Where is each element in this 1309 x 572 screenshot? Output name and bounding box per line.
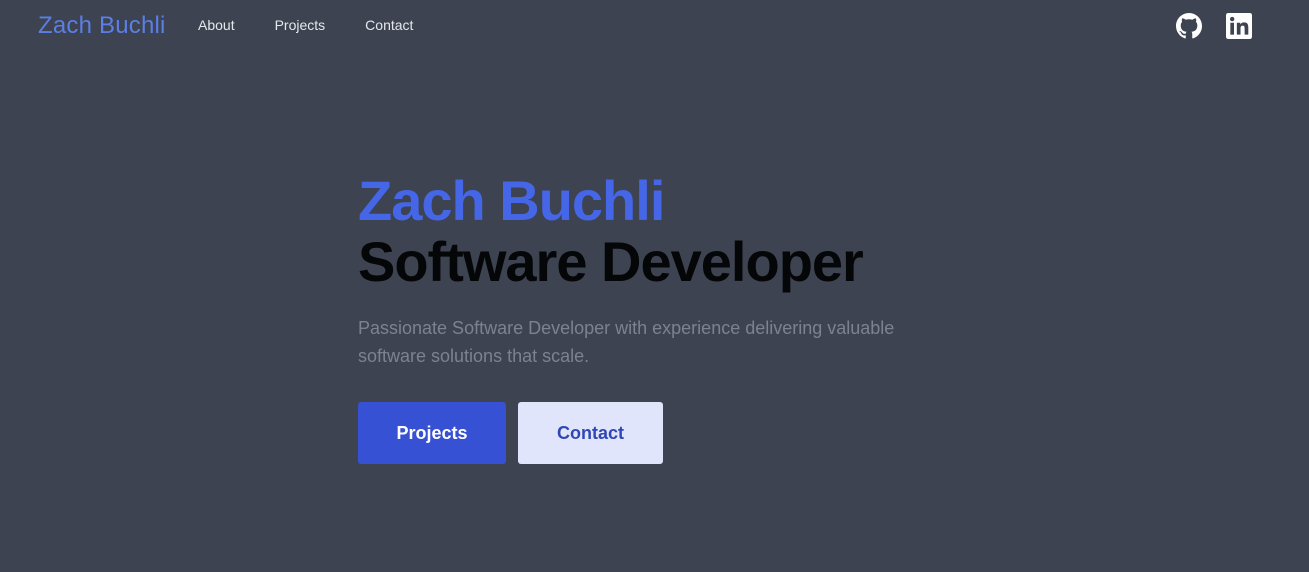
contact-button[interactable]: Contact (518, 402, 663, 464)
nav-links: About Projects Contact (198, 17, 413, 33)
brand-link[interactable]: Zach Buchli (38, 12, 166, 40)
hero-role: Software Developer (358, 230, 864, 293)
nav-link-contact[interactable]: Contact (365, 17, 413, 33)
projects-button[interactable]: Projects (358, 402, 506, 464)
linkedin-link[interactable] (1226, 13, 1252, 39)
hero-name: Zach Buchli (358, 169, 665, 232)
nav-link-projects[interactable]: Projects (275, 17, 326, 33)
navbar: Zach Buchli About Projects Contact (0, 0, 1309, 52)
github-link[interactable] (1176, 13, 1202, 39)
github-icon (1176, 13, 1202, 39)
hero-section: Zach Buchli Software Developer Passionat… (358, 170, 958, 464)
social-links (1176, 13, 1252, 39)
hero-description: Passionate Software Developer with exper… (358, 318, 895, 366)
linkedin-icon (1226, 13, 1252, 39)
hero-buttons: Projects Contact (358, 402, 958, 464)
nav-link-about[interactable]: About (198, 17, 235, 33)
